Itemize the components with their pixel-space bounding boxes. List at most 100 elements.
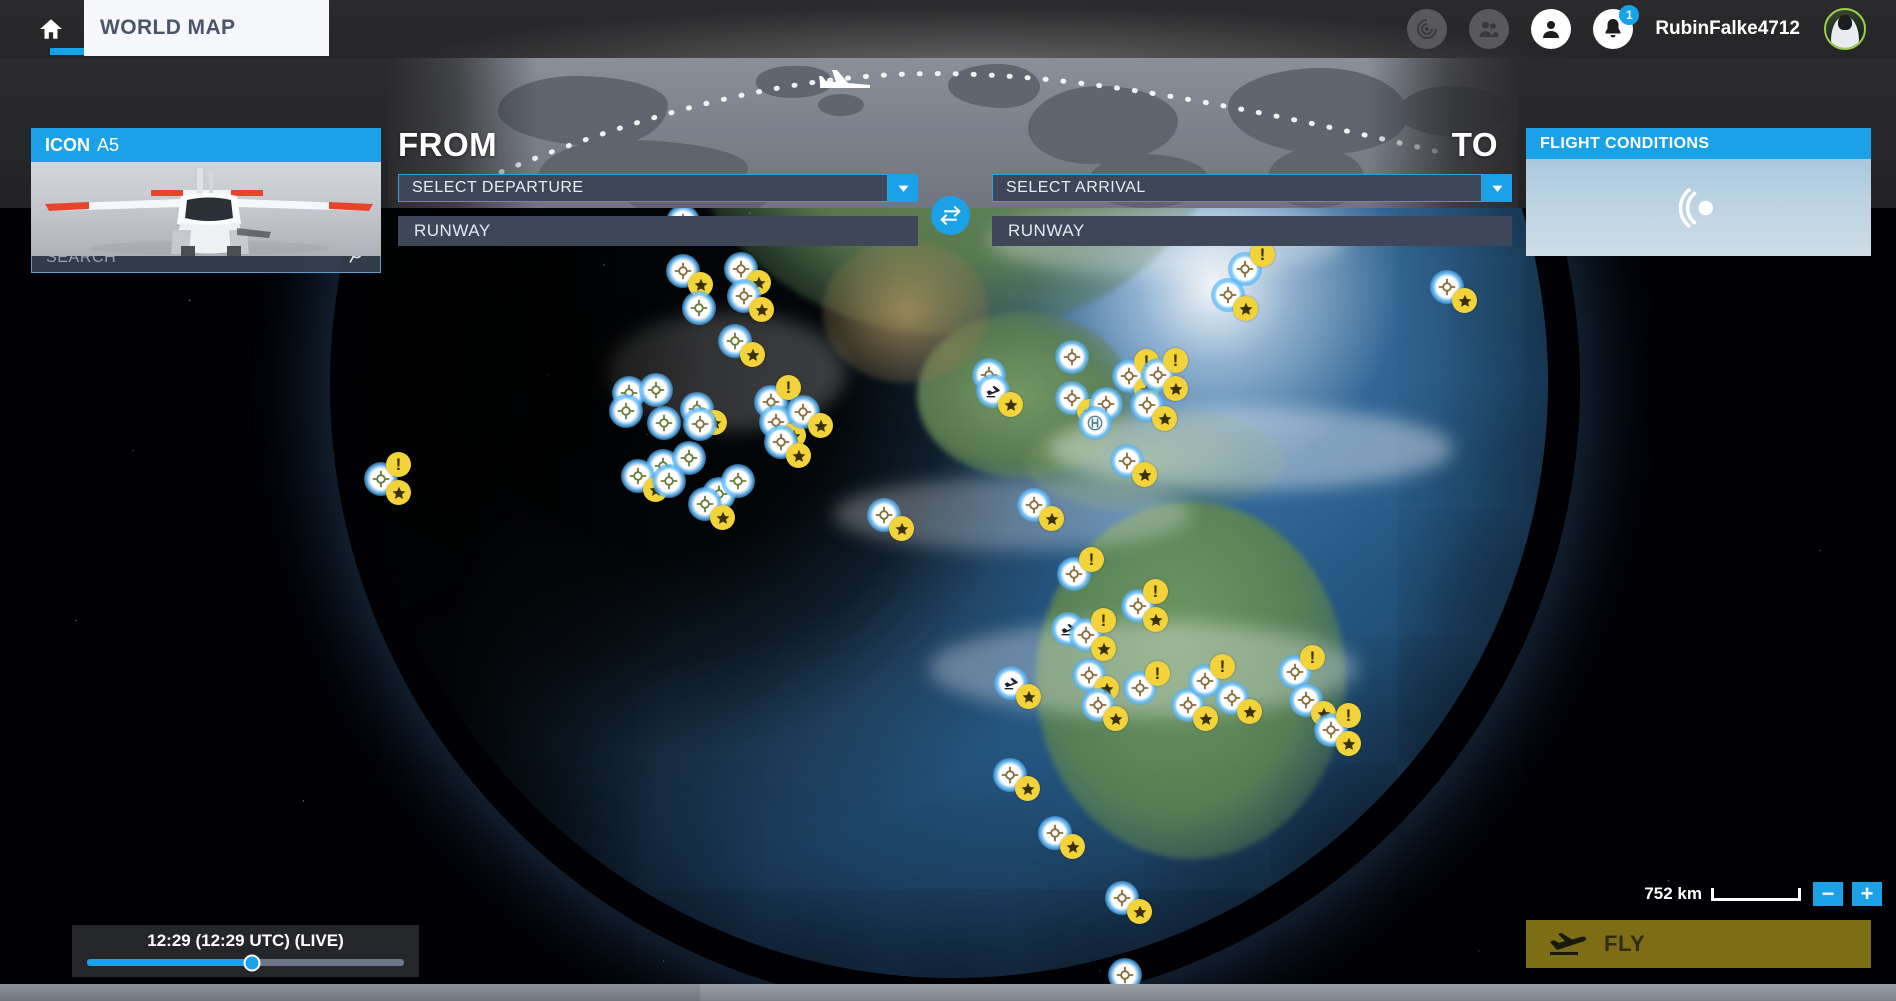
map-marker-airport-green[interactable] (652, 464, 686, 498)
marker-badge-landmark[interactable] (808, 413, 833, 438)
airport-icon (617, 402, 635, 420)
map-marker-airport-tan[interactable] (1055, 340, 1089, 374)
map-marker-airport-tan[interactable]: ! (1314, 703, 1361, 756)
marker-badge-landmark[interactable] (1163, 376, 1188, 401)
selected-aircraft-card[interactable]: ICON A5 (31, 128, 381, 256)
marker-badge-landmark[interactable] (1103, 706, 1128, 731)
map-marker-airport-tan[interactable] (1038, 816, 1085, 859)
swap-departure-arrival-button[interactable] (931, 196, 970, 235)
map-marker-airport-green[interactable] (639, 373, 673, 407)
map-marker-airport-green[interactable] (621, 459, 668, 502)
map-marker-airport-green[interactable] (688, 487, 735, 530)
map-marker-airport-tan[interactable] (1215, 681, 1262, 724)
marker-badge-landmark[interactable] (710, 505, 735, 530)
marker-badge-landmark[interactable] (1016, 684, 1041, 709)
map-marker-airport-green[interactable] (609, 394, 643, 428)
marker-badge-landmark[interactable] (889, 516, 914, 541)
map-marker-airport-tan[interactable] (727, 279, 774, 322)
map-marker-airport-tan[interactable] (1430, 270, 1477, 313)
map-marker-airport-tan[interactable] (1289, 683, 1336, 726)
marker-badge-alert[interactable]: ! (1143, 579, 1168, 604)
star-icon (1021, 782, 1034, 795)
departure-select[interactable]: SELECT DEPARTURE (398, 174, 918, 202)
marker-badge-alert[interactable]: ! (1300, 645, 1325, 670)
marker-badge-landmark[interactable] (998, 392, 1023, 417)
marker-badge-landmark[interactable] (749, 297, 774, 322)
map-marker-airport-tan[interactable] (1105, 881, 1152, 924)
map-marker-airport-tan[interactable]: ! (1141, 348, 1188, 401)
marker-badge-landmark[interactable] (1233, 296, 1258, 321)
marker-badge-landmark[interactable] (1127, 899, 1152, 924)
map-marker-airport-tan[interactable] (1072, 658, 1119, 701)
time-of-day-control[interactable]: 12:29 (12:29 UTC) (LIVE) (72, 925, 419, 977)
friends-icon[interactable] (1469, 9, 1510, 49)
map-marker-airport-green[interactable] (682, 291, 716, 325)
map-marker-airport-tan[interactable]: ! (1057, 547, 1104, 591)
avatar[interactable] (1824, 8, 1866, 50)
marker-badge-alert[interactable]: ! (386, 452, 411, 477)
departure-runway-field[interactable]: RUNWAY (398, 216, 918, 246)
marker-core (615, 400, 637, 422)
zoom-in-button[interactable]: + (1852, 882, 1882, 906)
departure-select-value[interactable]: SELECT DEPARTURE (398, 174, 888, 202)
map-marker-airport-green[interactable] (721, 464, 755, 498)
marker-badge-landmark[interactable] (1132, 462, 1157, 487)
map-marker-seaplane[interactable] (976, 374, 1023, 417)
airport-icon (1065, 565, 1083, 583)
marker-badge-landmark[interactable] (740, 342, 765, 367)
marker-badge-landmark[interactable] (1237, 699, 1262, 724)
map-marker-airport-green[interactable] (718, 324, 765, 367)
map-marker-airport-tan[interactable] (786, 395, 833, 438)
marker-badge-landmark[interactable] (1039, 506, 1064, 531)
flight-conditions-card[interactable]: FLIGHT CONDITIONS (1526, 128, 1871, 256)
tab-world-map[interactable]: WORLD MAP (84, 0, 329, 56)
profile-icon[interactable] (1531, 9, 1572, 49)
map-marker-airport-tan[interactable] (1211, 278, 1258, 321)
map-marker-airport-tan[interactable] (666, 254, 713, 297)
time-slider-thumb[interactable] (243, 954, 261, 971)
departure-chevron-down-icon[interactable] (888, 174, 918, 202)
marker-badge-landmark[interactable] (1336, 731, 1361, 756)
map-marker-airport-tan[interactable] (683, 407, 717, 441)
marker-badge-landmark[interactable] (1060, 834, 1085, 859)
map-marker-airport-tan[interactable]: ! (1069, 608, 1116, 661)
star-icon (1109, 712, 1122, 725)
radar-icon[interactable] (1407, 9, 1448, 49)
arrival-chevron-down-icon[interactable] (1482, 174, 1512, 202)
map-marker-heliport[interactable] (1078, 406, 1112, 440)
marker-badge-alert[interactable]: ! (1336, 703, 1361, 728)
arrival-select[interactable]: SELECT ARRIVAL (992, 174, 1512, 202)
arrival-select-value[interactable]: SELECT ARRIVAL (992, 174, 1482, 202)
time-slider-track[interactable] (87, 954, 404, 971)
marker-badge-landmark[interactable] (1452, 288, 1477, 313)
map-marker-airport-tan[interactable] (867, 498, 914, 541)
arrival-runway-field[interactable]: RUNWAY (992, 216, 1512, 246)
map-marker-airport-tan[interactable] (1130, 388, 1177, 431)
map-marker-airport-green[interactable]: ! (364, 452, 411, 505)
star-icon (1458, 294, 1471, 307)
map-marker-seaplane[interactable] (994, 666, 1041, 709)
marker-badge-alert[interactable]: ! (1091, 608, 1116, 633)
home-tab-button[interactable] (22, 0, 96, 58)
zoom-out-button[interactable]: − (1813, 882, 1843, 906)
marker-badge-alert[interactable]: ! (1145, 661, 1170, 686)
map-marker-airport-tan[interactable]: ! (1123, 661, 1170, 705)
map-marker-airport-tan[interactable] (1017, 488, 1064, 531)
marker-badge-alert[interactable]: ! (1210, 654, 1235, 679)
map-marker-airport-tan[interactable] (1081, 688, 1128, 731)
marker-badge-landmark[interactable] (1143, 607, 1168, 632)
marker-badge-alert[interactable]: ! (1163, 348, 1188, 373)
map-marker-airport-tan[interactable] (1110, 444, 1157, 487)
marker-core (1114, 964, 1136, 986)
marker-badge-landmark[interactable] (1015, 776, 1040, 801)
fly-button[interactable]: FLY (1526, 920, 1871, 968)
marker-badge-alert[interactable]: ! (1079, 547, 1104, 572)
map-marker-airport-tan[interactable] (993, 758, 1040, 801)
map-marker-airport-tan[interactable] (764, 425, 811, 468)
marker-badge-landmark[interactable] (786, 443, 811, 468)
notifications-icon[interactable]: 1 (1593, 5, 1640, 49)
marker-badge-landmark[interactable] (386, 480, 411, 505)
marker-badge-landmark[interactable] (1152, 406, 1177, 431)
map-marker-airport-tan[interactable]: ! (1121, 579, 1168, 632)
map-marker-airport-green[interactable] (647, 406, 681, 440)
